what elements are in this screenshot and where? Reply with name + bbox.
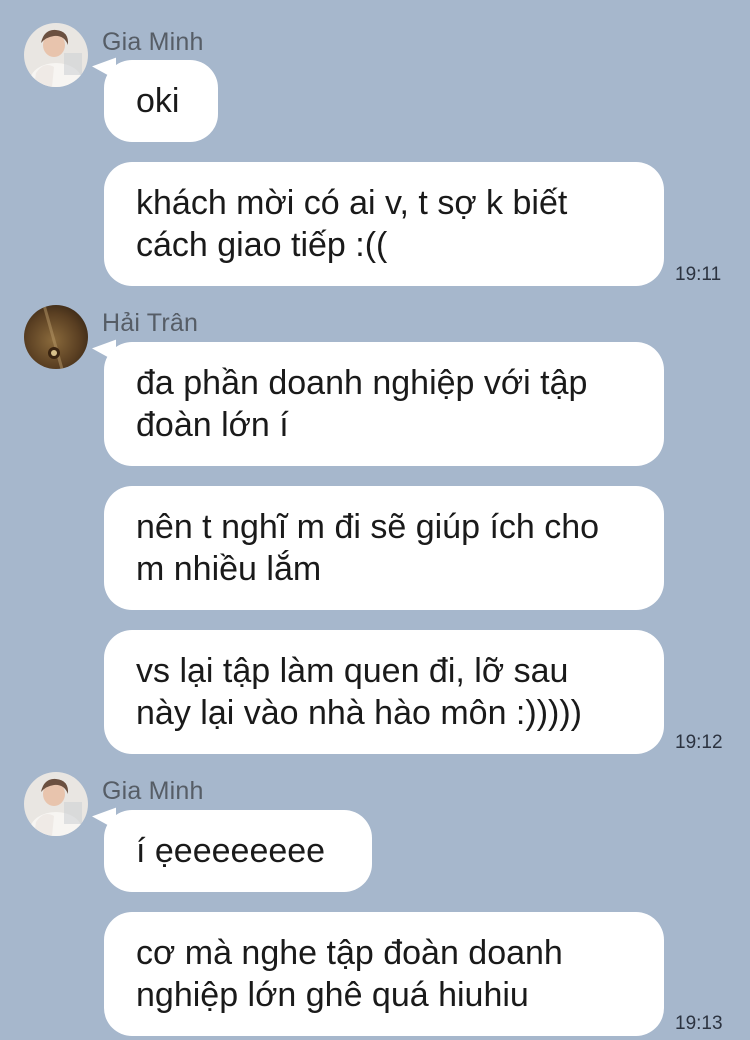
chat-message-list[interactable]: Gia Minh oki khách mời có ai v, t sợ k b… bbox=[0, 0, 750, 1040]
sender-name: Gia Minh bbox=[102, 777, 204, 805]
message-text: đa phần doanh nghiệp với tập đoàn lớn í bbox=[136, 364, 588, 444]
message-bubble[interactable]: í ẹeeeeeeee bbox=[104, 810, 372, 892]
sender-name: Gia Minh bbox=[102, 28, 204, 56]
message-bubble[interactable]: cơ mà nghe tập đoàn doanh nghiệp lớn ghê… bbox=[104, 912, 664, 1036]
message-timestamp: 19:12 bbox=[675, 732, 723, 753]
message-text: oki bbox=[136, 82, 180, 120]
message-bubble[interactable]: khách mời có ai v, t sợ k biết cách giao… bbox=[104, 162, 664, 286]
message-timestamp: 19:11 bbox=[675, 264, 722, 285]
avatar-hai-tran[interactable] bbox=[24, 305, 88, 369]
message-bubble[interactable]: đa phần doanh nghiệp với tập đoàn lớn í bbox=[104, 342, 664, 466]
message-text: khách mời có ai v, t sợ k biết cách giao… bbox=[136, 184, 568, 264]
avatar-gia-minh[interactable] bbox=[24, 772, 88, 836]
message-text: cơ mà nghe tập đoàn doanh nghiệp lớn ghê… bbox=[136, 934, 563, 1014]
message-bubble[interactable]: vs lại tập làm quen đi, lỡ sau này lại v… bbox=[104, 630, 664, 754]
message-bubble[interactable]: nên t nghĩ m đi sẽ giúp ích cho m nhiều … bbox=[104, 486, 664, 610]
message-bubble[interactable]: oki bbox=[104, 60, 218, 142]
profile-photo-icon bbox=[24, 305, 88, 369]
profile-photo-icon bbox=[24, 772, 88, 836]
avatar-gia-minh[interactable] bbox=[24, 23, 88, 87]
sender-name: Hải Trân bbox=[102, 309, 199, 337]
message-timestamp: 19:13 bbox=[675, 1013, 723, 1034]
message-text: nên t nghĩ m đi sẽ giúp ích cho m nhiều … bbox=[136, 508, 600, 588]
profile-photo-icon bbox=[24, 23, 88, 87]
message-text: í ẹeeeeeeee bbox=[136, 832, 326, 870]
message-text: vs lại tập làm quen đi, lỡ sau này lại v… bbox=[136, 652, 582, 732]
